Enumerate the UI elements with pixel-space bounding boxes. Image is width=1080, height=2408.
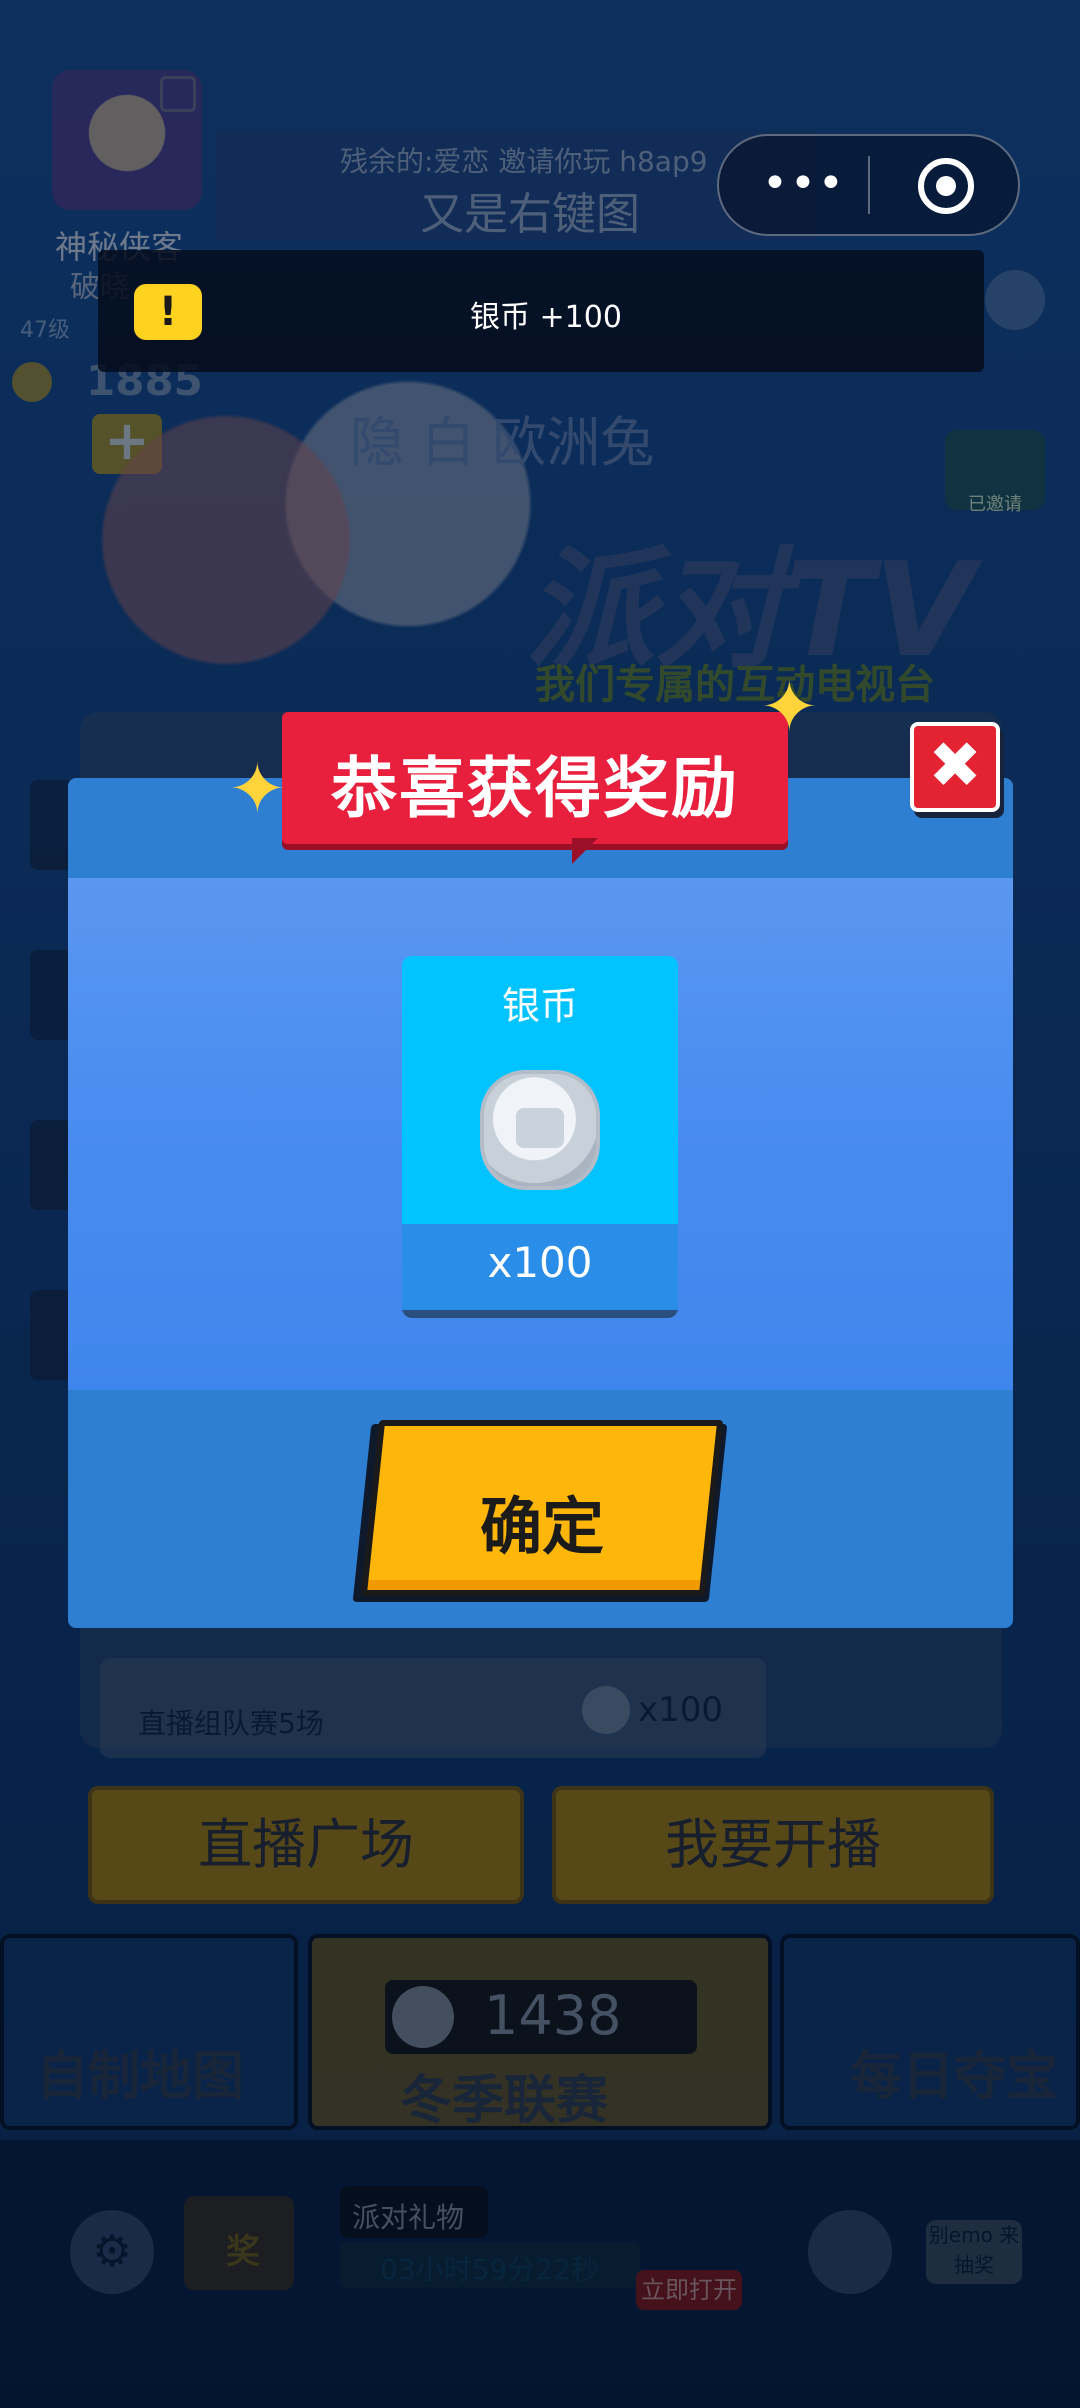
- capsule-divider: [868, 156, 870, 214]
- alert-icon: !: [134, 284, 202, 340]
- dialog-title: 恭喜获得奖励: [331, 750, 739, 827]
- sparkle-icon: ✦: [760, 666, 819, 748]
- more-icon[interactable]: •••: [762, 158, 846, 209]
- silver-coin-icon: [480, 1070, 600, 1190]
- close-button[interactable]: ✖: [910, 722, 1000, 812]
- reward-quantity: x100: [487, 1238, 593, 1287]
- close-miniprogram-icon[interactable]: [918, 158, 974, 214]
- banner-tail: [572, 838, 598, 864]
- reward-name: 银币: [501, 984, 578, 1028]
- sparkle-icon: ✦: [228, 748, 287, 830]
- toast-text: 银币 +100: [470, 300, 622, 335]
- confirm-button-label: 确定: [479, 1490, 604, 1563]
